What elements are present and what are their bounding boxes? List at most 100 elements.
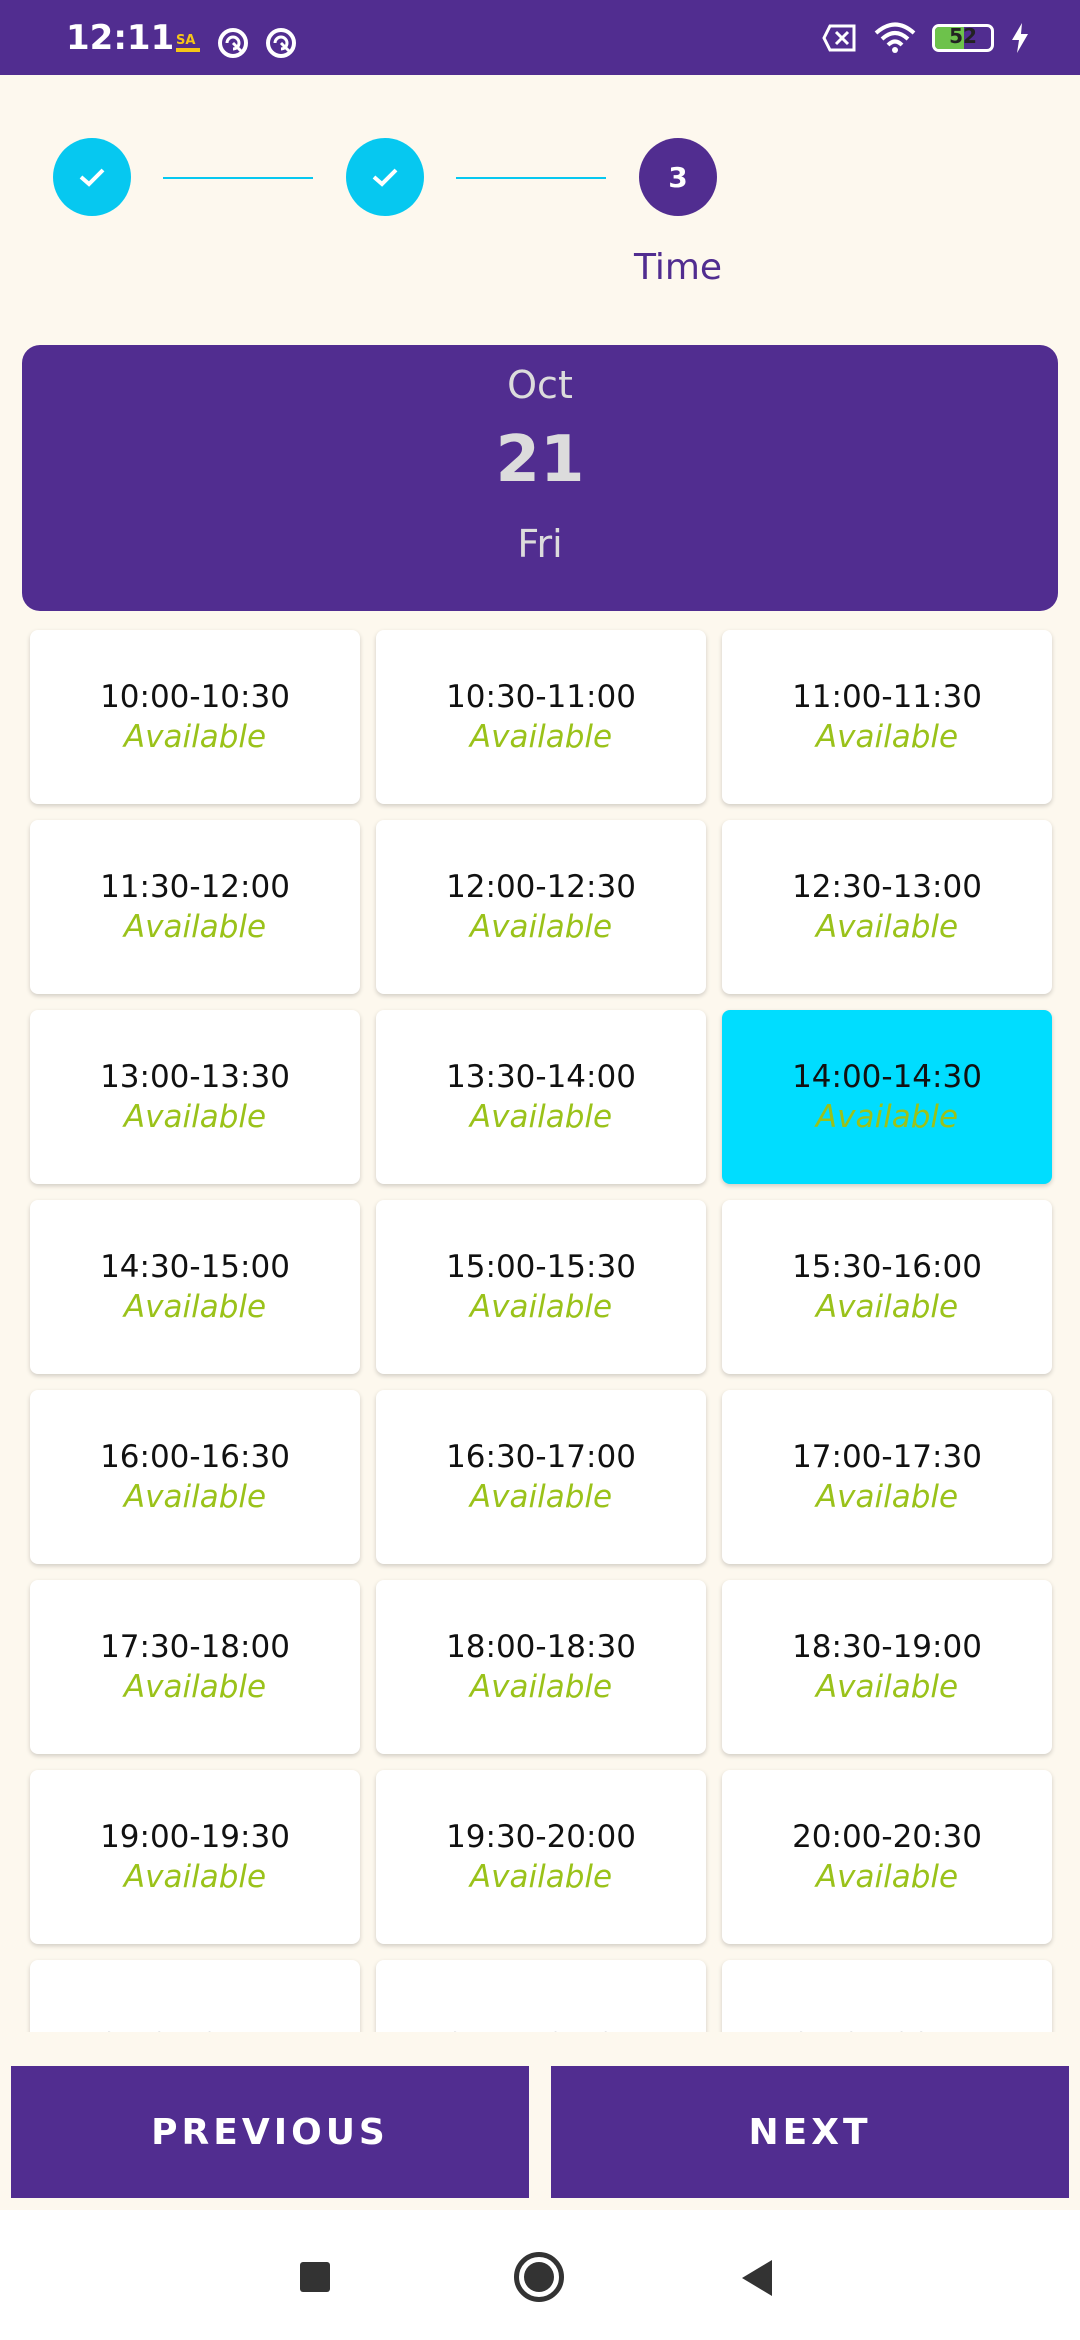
time-slot-status: Available [469,1669,613,1705]
time-slot-status: Available [123,1859,267,1895]
next-button[interactable]: NEXT [551,2066,1069,2198]
time-slot-status: Available [123,1479,267,1515]
time-slot-card[interactable]: 17:00-17:30 Available [722,1390,1052,1564]
time-slot-status: Available [123,1289,267,1325]
time-slot-card[interactable]: 16:30-17:00 Available [376,1390,706,1564]
time-slot-status: Available [815,1289,959,1325]
time-slot-time: 21:30-22:00 [792,2027,982,2032]
time-slot-card[interactable]: 18:30-19:00 Available [722,1580,1052,1754]
battery-icon: 52 [932,24,994,52]
time-slot-card[interactable]: 16:00-16:30 Available [30,1390,360,1564]
time-slot-card[interactable]: 19:30-20:00 Available [376,1770,706,1944]
time-slot-card[interactable]: 17:30-18:00 Available [30,1580,360,1754]
time-slot-card[interactable]: 19:00-19:30 Available [30,1770,360,1944]
time-slot-time: 17:00-17:30 [792,1439,982,1475]
time-slot-time: 15:30-16:00 [792,1249,982,1285]
selected-date-card: Oct 21 Fri [22,345,1058,611]
time-slot-card[interactable]: 14:00-14:30 Available [722,1010,1052,1184]
time-slot-card[interactable]: 14:30-15:00 Available [30,1200,360,1374]
status-time: 12:11 [66,18,175,58]
time-slot-list[interactable]: 10:00-10:30 Available 10:30-11:00 Available… [0,620,1080,2032]
time-slot-status: Available [815,1099,959,1135]
time-slot-time: 11:00-11:30 [792,679,982,715]
step-connector [456,177,606,179]
time-slot-status: Available [123,909,267,945]
time-slot-time: 21:00-21:30 [446,2027,636,2032]
sync-icon [266,28,296,58]
time-slot-status: Available [469,719,613,755]
step-barber-done-icon[interactable] [346,138,424,216]
time-slot-time: 12:30-13:00 [792,869,982,905]
time-slot-card[interactable]: 11:00-11:30 Available [722,630,1052,804]
date-weekday: Fri [517,522,563,566]
time-slot-status: Available [815,909,959,945]
time-slot-time: 12:00-12:30 [446,869,636,905]
home-icon[interactable] [514,2252,564,2302]
time-slot-card[interactable]: 12:00-12:30 Available [376,820,706,994]
check-icon [79,168,105,187]
svg-text:SA: SA [176,33,195,48]
time-slot-time: 15:00-15:30 [446,1249,636,1285]
time-slot-card[interactable]: 13:30-14:00 Available [376,1010,706,1184]
time-slot-time: 11:30-12:00 [100,869,290,905]
time-slot-card[interactable]: 20:30-21:00 [30,1960,360,2032]
step-confirm-pending[interactable]: 4 [932,138,1010,216]
wifi-icon [874,22,916,53]
time-slot-status: Available [469,1289,613,1325]
battery-level: 52 [949,24,977,48]
sim-off-icon [822,24,856,52]
time-slot-card[interactable]: 11:30-12:00 Available [30,820,360,994]
step-time-active[interactable]: 3 [639,138,717,216]
status-system-icons: 52 [822,22,1030,54]
sync-icon [218,28,248,58]
time-slot-status: Available [469,1099,613,1135]
time-slot-status: Available [123,719,267,755]
step-connector [163,177,313,179]
recent-apps-icon[interactable] [300,2262,330,2292]
time-slot-time: 16:30-17:00 [446,1439,636,1475]
date-month: Oct [507,363,573,407]
home-icon-inner [524,2262,554,2292]
step-label-salon: Salon [42,247,142,288]
back-icon[interactable] [742,2260,772,2296]
time-slot-card[interactable]: 20:00-20:30 Available [722,1770,1052,1944]
time-slot-time: 18:00-18:30 [446,1629,636,1665]
time-slot-time: 13:30-14:00 [446,1059,636,1095]
time-slot-time: 17:30-18:00 [100,1629,290,1665]
time-slot-time: 13:00-13:30 [100,1059,290,1095]
time-slot-card[interactable]: 10:30-11:00 Available [376,630,706,804]
time-slot-time: 18:30-19:00 [792,1629,982,1665]
time-slot-card[interactable]: 21:00-21:30 [376,1960,706,2032]
time-slot-status: Available [123,1099,267,1135]
time-slot-status: Available [815,1859,959,1895]
date-day: 21 [495,423,585,497]
time-slot-status: Available [469,1479,613,1515]
time-slot-time: 20:00-20:30 [792,1819,982,1855]
time-slot-time: 20:30-21:00 [100,2027,290,2032]
status-bar: 12:11 SA 52 [0,0,1080,75]
notification-app-icon: SA [176,33,200,52]
time-slot-card[interactable]: 15:30-16:00 Available [722,1200,1052,1374]
time-slot-card[interactable]: 13:00-13:30 Available [30,1010,360,1184]
status-notification-icons: SA [174,26,298,60]
step-label-confirm: Confirm [900,247,1042,288]
time-slot-status: Available [123,1669,267,1705]
time-slot-time: 14:30-15:00 [100,1249,290,1285]
step-label-time: Time [633,247,723,288]
time-slot-card[interactable]: 21:30-22:00 [722,1960,1052,2032]
time-slot-time: 19:00-19:30 [100,1819,290,1855]
previous-button[interactable]: PREVIOUS [11,2066,529,2198]
charging-icon [1012,23,1028,53]
step-label-barber: Barber [324,247,446,288]
time-slot-card[interactable]: 12:30-13:00 Available [722,820,1052,994]
time-slot-status: Available [469,1859,613,1895]
time-slot-card[interactable]: 15:00-15:30 Available [376,1200,706,1374]
time-slot-grid: 10:00-10:30 Available 10:30-11:00 Available… [30,630,1052,2032]
step-salon-done-icon[interactable] [53,138,131,216]
time-slot-time: 19:30-20:00 [446,1819,636,1855]
system-navigation-bar [0,2210,1080,2340]
time-slot-card[interactable]: 10:00-10:30 Available [30,630,360,804]
time-slot-time: 14:00-14:30 [792,1059,982,1095]
time-slot-time: 10:30-11:00 [446,679,636,715]
time-slot-card[interactable]: 18:00-18:30 Available [376,1580,706,1754]
